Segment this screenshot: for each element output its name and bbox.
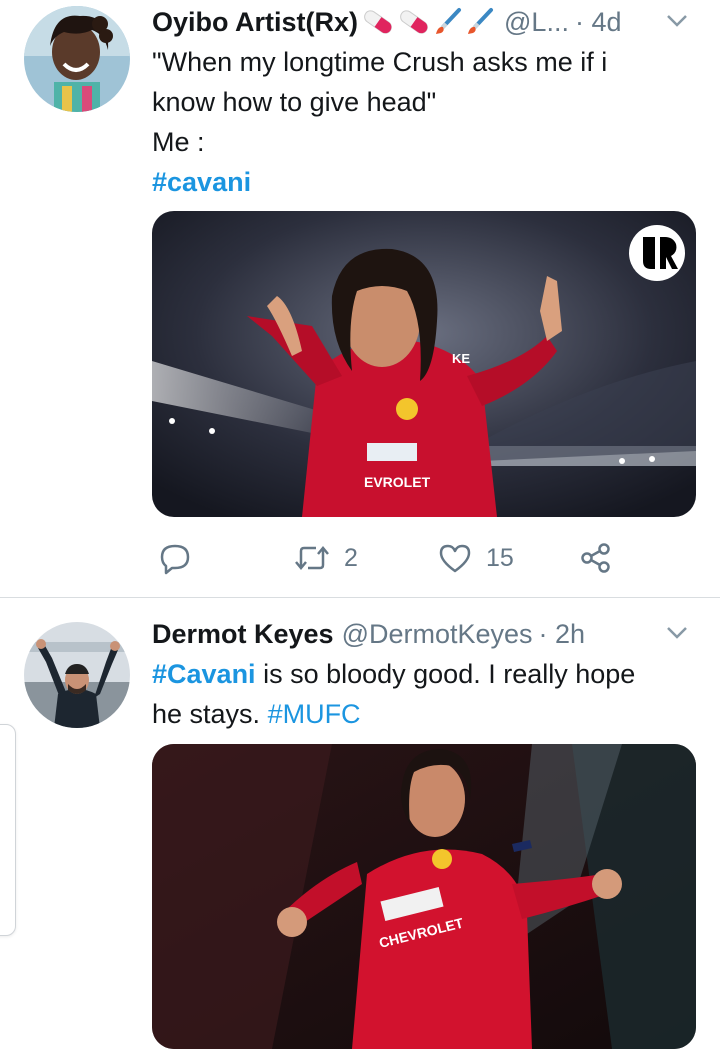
tweet-media-image[interactable]: CHEVROLET [152, 744, 696, 1049]
chevron-down-icon[interactable] [662, 618, 692, 648]
tweet-text: #Cavani is so bloody good. I really hope… [152, 654, 696, 734]
tweet[interactable]: Oyibo Artist(Rx) @L... · 4d "When my lon… [0, 0, 720, 597]
partial-overlay-card[interactable] [0, 724, 16, 936]
tweet-text-fragment: he stays. [152, 699, 268, 729]
author-handle[interactable]: @DermotKeyes [342, 619, 533, 650]
timestamp[interactable]: · 4d [575, 7, 622, 38]
hashtag-link[interactable]: #Cavani [152, 659, 256, 689]
timestamp[interactable]: · 2h [539, 619, 586, 650]
author-name[interactable]: Oyibo Artist(Rx) [152, 7, 358, 38]
chevron-down-icon[interactable] [662, 6, 692, 36]
timeline-feed: Oyibo Artist(Rx) @L... · 4d "When my lon… [0, 0, 720, 1053]
share-button[interactable] [580, 538, 612, 578]
tweet-header: Dermot Keyes @DermotKeyes · 2h [152, 616, 692, 652]
tweet[interactable]: Dermot Keyes @DermotKeyes · 2h #Cavani i… [0, 598, 720, 1053]
author-name[interactable]: Dermot Keyes [152, 619, 334, 650]
tweet-text-fragment: is so bloody good. I really hope [255, 659, 636, 689]
name-emojis [360, 7, 496, 37]
tweet-header: Oyibo Artist(Rx) @L... · 4d [152, 4, 692, 40]
tweet-text-line: Me : [152, 127, 205, 157]
like-button[interactable]: 15 [438, 538, 514, 578]
tweet-text: "When my longtime Crush asks me if i kno… [152, 42, 696, 202]
heart-icon [439, 544, 471, 573]
reply-icon [160, 544, 190, 575]
pill-icon [364, 10, 392, 34]
share-icon [581, 543, 610, 573]
like-count: 15 [486, 543, 514, 572]
tweet-text-line: "When my longtime Crush asks me if i [152, 47, 608, 77]
retweet-count: 2 [344, 543, 358, 572]
tweet-text-line: he stays. #MUFC [152, 694, 696, 734]
hashtag-link[interactable]: #cavani [152, 162, 696, 202]
sleeve-text: KE [452, 351, 470, 366]
paintbrush-icon [436, 8, 462, 34]
paintbrush-icon [468, 8, 494, 34]
avatar[interactable] [24, 6, 130, 112]
sponsor-text: EVROLET [364, 474, 431, 490]
tweet-media-image[interactable]: EVROLET KE [152, 211, 696, 517]
hashtag-link[interactable]: #MUFC [268, 699, 361, 729]
retweet-icon [295, 546, 329, 570]
author-handle[interactable]: @L... [504, 7, 569, 38]
retweet-button[interactable]: 2 [294, 538, 358, 578]
pill-icon [400, 10, 428, 34]
tweet-text-line: know how to give head" [152, 87, 437, 117]
tweet-text-line: #Cavani is so bloody good. I really hope [152, 654, 696, 694]
tweet-actions: 2 15 [152, 538, 632, 578]
avatar[interactable] [24, 622, 130, 728]
reply-button[interactable] [158, 538, 192, 578]
